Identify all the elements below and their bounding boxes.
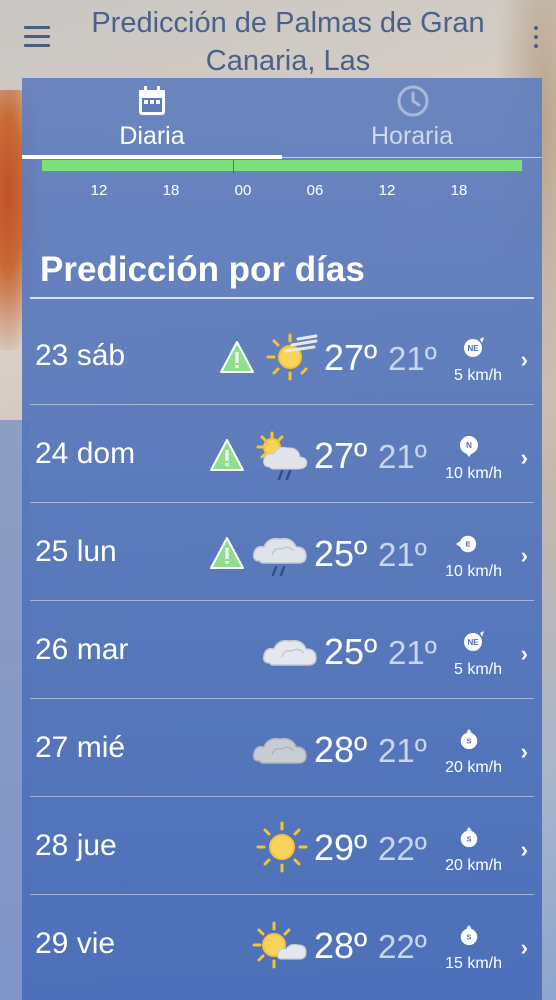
day-label: 28 jue (35, 829, 117, 862)
warning-icon (210, 439, 244, 471)
timeline-tick: 18 (162, 182, 180, 199)
wind-direction-label: S (467, 835, 472, 844)
wind-direction-icon: S (460, 925, 478, 946)
app-bar: Predicción de Palmas de Gran Canaria, La… (0, 0, 556, 78)
chevron-right-icon: › (520, 739, 528, 764)
timeline-tick: 06 (306, 182, 324, 199)
temp-max: 28º (314, 729, 368, 770)
tab-hourly-label: Horaria (371, 122, 453, 150)
temp-max: 27º (324, 337, 378, 378)
wind-direction-icon: E (456, 535, 477, 553)
wind-direction-icon: NE (464, 337, 484, 357)
timeline-tick: 12 (378, 182, 396, 199)
sun-cloud-rain-icon (256, 431, 308, 481)
day-label: 25 lun (35, 535, 117, 568)
wind-direction-icon: S (460, 827, 478, 848)
chevron-right-icon: › (520, 935, 528, 960)
temp-max: 25º (324, 631, 378, 672)
sun-small-cloud-icon (252, 921, 307, 969)
timeline-bar[interactable] (42, 160, 522, 171)
temp-max: 27º (314, 435, 368, 476)
day-row[interactable]: 24 dom 27º 21º N 10 km/h › (22, 405, 542, 503)
more-options-icon[interactable] (530, 24, 542, 50)
cloud-icon (262, 639, 317, 666)
wind-direction-icon: NE (464, 631, 484, 651)
temp-min: 22º (378, 830, 427, 867)
section-title: Predicción por días (40, 250, 365, 289)
wind-direction-label: N (466, 441, 472, 450)
day-row[interactable]: 29 vie 28º 22º S 15 km/h › (22, 895, 542, 993)
wind-speed: 10 km/h (445, 563, 502, 580)
temp-max: 29º (314, 827, 368, 868)
timeline-tick: 12 (90, 182, 108, 199)
wind-direction-label: S (467, 737, 472, 746)
day-row[interactable]: 27 mié 28º 21º S 20 km/h › (22, 699, 542, 797)
section-divider (30, 297, 534, 299)
day-label: 26 mar (35, 633, 129, 666)
wind-speed: 10 km/h (445, 465, 502, 482)
day-row[interactable]: 28 jue 29º 22º S 20 km/h › (22, 797, 542, 895)
page-title: Predicción de Palmas de Gran Canaria, La… (91, 7, 485, 77)
temp-min: 22º (378, 928, 427, 965)
day-row[interactable]: 23 sáb 27º 21º NE 5 km/h › (22, 307, 542, 405)
wind-direction-icon: S (460, 729, 478, 750)
temp-min: 21º (378, 438, 427, 475)
timeline-day-separator (233, 160, 234, 174)
day-label: 27 mié (35, 731, 126, 764)
wind-direction-label: NE (467, 344, 479, 353)
chevron-right-icon: › (520, 445, 528, 470)
day-label: 24 dom (35, 437, 136, 470)
temp-min: 21º (388, 634, 437, 671)
calendar-icon (139, 86, 165, 115)
wind-speed: 15 km/h (445, 955, 502, 972)
temp-min: 21º (378, 732, 427, 769)
sun-icon (256, 821, 308, 873)
wind-direction-label: E (465, 540, 470, 549)
tab-bar: Diaria Horaria (22, 78, 542, 159)
temp-min: 21º (378, 536, 427, 573)
wind-direction-icon: N (460, 436, 478, 457)
wind-speed: 20 km/h (445, 759, 502, 776)
tab-daily[interactable]: Diaria (22, 78, 282, 158)
tab-indicator (22, 155, 282, 159)
temp-max: 25º (314, 533, 368, 574)
cloud-rain-icon (252, 537, 307, 577)
wind-speed: 5 km/h (453, 367, 502, 384)
warning-icon (210, 537, 244, 569)
day-label: 23 sáb (35, 339, 126, 372)
day-row[interactable]: 25 lun 25º 21º E 10 km/h › (22, 503, 542, 601)
temp-min: 21º (388, 340, 437, 377)
day-label: 29 vie (35, 927, 116, 960)
chevron-right-icon: › (520, 543, 528, 568)
clock-icon (397, 85, 429, 117)
wind-speed: 5 km/h (453, 661, 502, 678)
cloud-gray-icon (252, 737, 307, 764)
sun-haze-icon (266, 333, 318, 381)
warning-icon (220, 341, 254, 373)
chevron-right-icon: › (520, 347, 528, 372)
wind-direction-label: NE (467, 638, 479, 647)
chevron-right-icon: › (520, 641, 528, 666)
tab-daily-label: Diaria (119, 122, 185, 150)
temp-max: 28º (314, 925, 368, 966)
menu-icon[interactable] (24, 26, 52, 48)
chevron-right-icon: › (520, 837, 528, 862)
wind-speed: 20 km/h (445, 857, 502, 874)
day-row[interactable]: 26 mar 25º 21º NE 5 km/h › (22, 601, 542, 699)
timeline-tick: 00 (234, 182, 252, 199)
wind-direction-label: S (467, 933, 472, 942)
timeline-tick: 18 (450, 182, 468, 199)
forecast-panel: Diaria Horaria 12 18 00 06 12 18 Predicc… (22, 78, 542, 1000)
tab-hourly[interactable]: Horaria (282, 78, 542, 158)
